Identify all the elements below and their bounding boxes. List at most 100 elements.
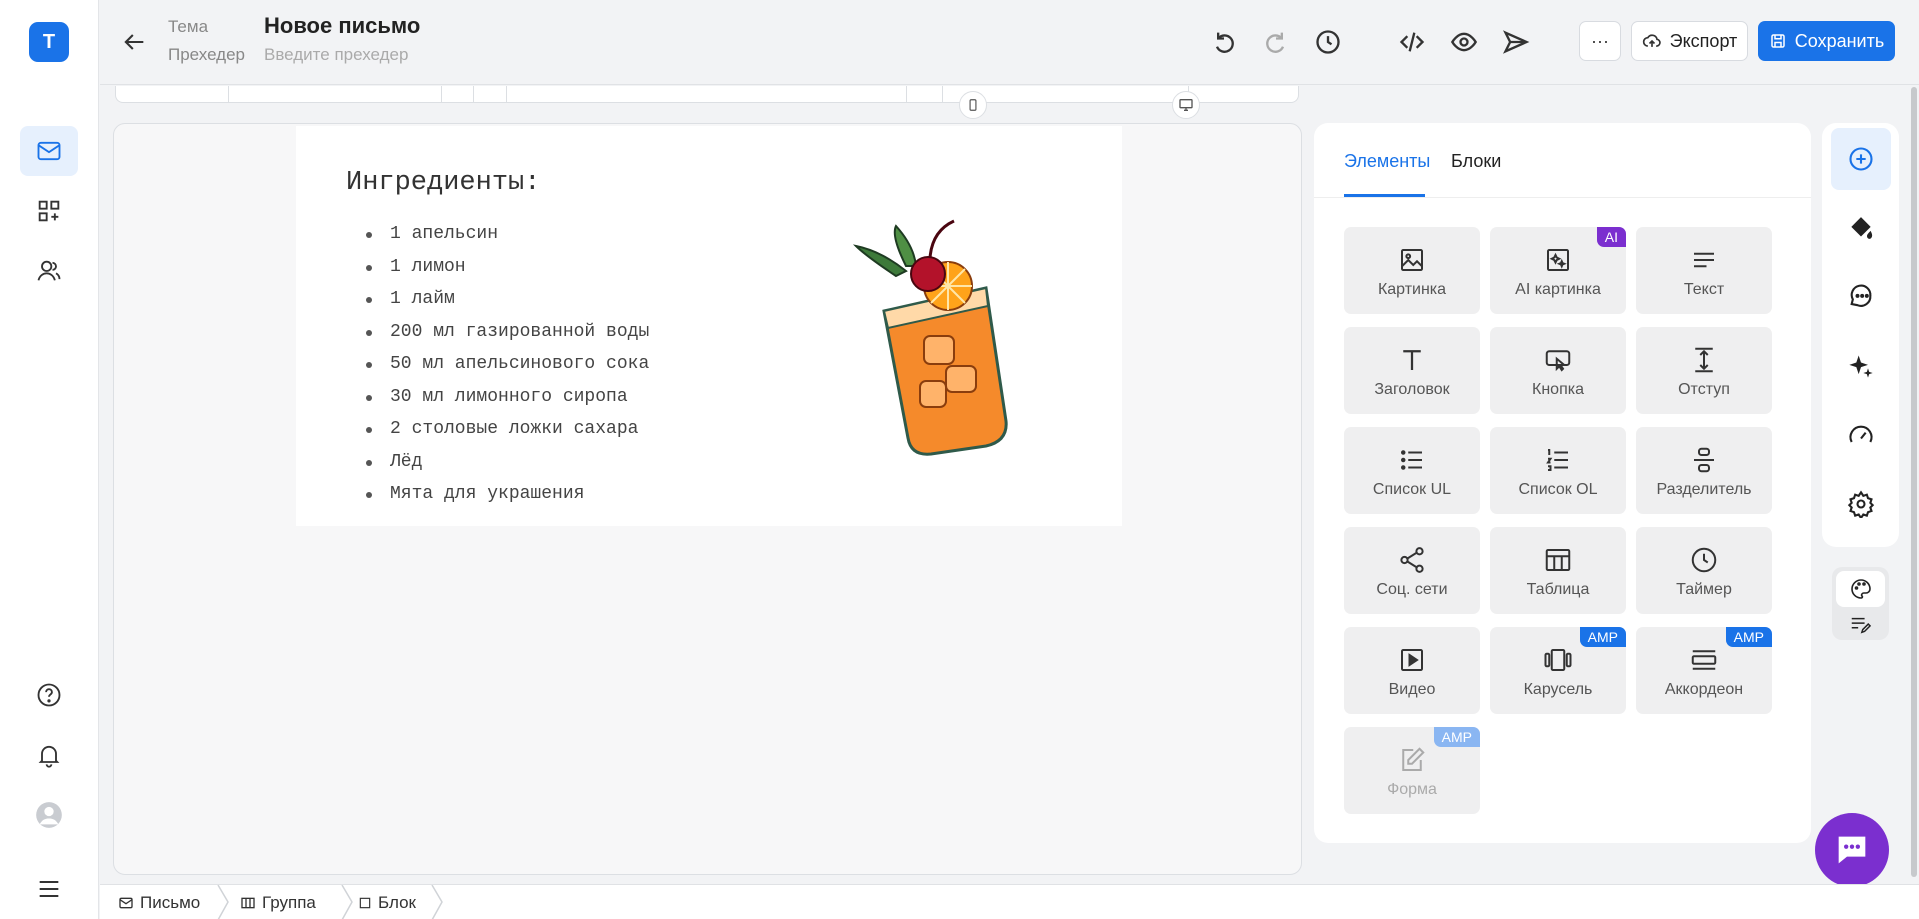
nav-profile[interactable] [20,790,78,840]
columns-icon [241,897,255,908]
eye-icon [1450,32,1478,52]
rail-styles[interactable] [1831,197,1891,259]
text-icon [1694,252,1714,268]
right-rail [1822,123,1899,547]
breadcrumb-block[interactable]: Блок [358,885,416,919]
amp-badge: AMP [1433,727,1480,747]
tile-video[interactable]: Видео [1344,627,1480,714]
paint-bucket-icon [1851,217,1873,239]
avatar-icon [36,802,62,828]
rail-ai[interactable] [1831,335,1891,397]
workspace-logo[interactable]: T [29,22,69,62]
elements-panel: Элементы Блоки Картинка AI AI картинка Т… [1314,123,1811,843]
history-button[interactable] [1312,26,1344,58]
list-ol-icon [1546,449,1568,471]
mobile-icon [969,99,977,111]
ai-badge: AI [1596,227,1626,247]
tile-button[interactable]: Кнопка [1490,327,1626,414]
ingredients-list[interactable]: 1 апельсин 1 лимон 1 лайм 200 мл газиров… [346,224,649,517]
export-button[interactable]: Экспорт [1631,21,1748,61]
top-bar: Тема Прехедер Новое письмо Введите прехе… [100,0,1919,85]
rail-settings[interactable] [1831,473,1891,535]
email-block[interactable]: Ингредиенты: 1 апельсин 1 лимон 1 лайм 2… [296,126,1122,526]
tile-list-ol[interactable]: Список OL [1490,427,1626,514]
send-icon [1503,30,1530,54]
sparkles-icon [1849,355,1873,378]
nav-templates[interactable] [20,186,78,236]
code-icon [1399,32,1425,52]
support-chat-button[interactable] [1815,813,1889,887]
undo-button[interactable] [1208,26,1240,58]
tab-elements[interactable]: Элементы [1344,151,1430,172]
rail-comments[interactable] [1831,266,1891,328]
preheader-input[interactable]: Введите прехедер [264,45,408,65]
tile-social[interactable]: Соц. сети [1344,527,1480,614]
breadcrumb: Письмо Группа Блок [100,884,1919,919]
list-item: 2 столовые ложки сахара [346,419,649,452]
list-ul-icon [1401,450,1422,470]
nav-notifications[interactable] [20,730,78,780]
chevron-separator-icon [341,885,353,919]
left-nav: T [0,0,99,919]
divider-icon [1694,447,1714,473]
tile-table[interactable]: Таблица [1490,527,1626,614]
tile-spacer[interactable]: Отступ [1636,327,1772,414]
tile-carousel[interactable]: AMP Карусель [1490,627,1626,714]
palette-icon [1850,579,1871,599]
save-button[interactable]: Сохранить [1758,21,1895,61]
nav-menu[interactable] [20,864,78,914]
help-icon [37,683,61,707]
preview-button[interactable] [1448,26,1480,58]
text-edit-icon[interactable] [1849,614,1871,636]
tile-image[interactable]: Картинка [1344,227,1480,314]
breadcrumb-letter[interactable]: Письмо [118,885,200,919]
nav-help[interactable] [20,670,78,720]
chevron-separator-icon [431,885,443,919]
desktop-view-button[interactable] [1172,91,1200,119]
tile-text[interactable]: Текст [1636,227,1772,314]
code-button[interactable] [1396,26,1428,58]
ai-image-icon [1547,249,1569,271]
tile-ai-image[interactable]: AI AI картинка [1490,227,1626,314]
list-item: 50 мл апельсинового сока [346,354,649,387]
redo-button[interactable] [1260,26,1292,58]
mobile-view-button[interactable] [959,91,987,119]
breadcrumb-group[interactable]: Группа [240,885,316,919]
nav-letters[interactable] [20,126,78,176]
tile-divider[interactable]: Разделитель [1636,427,1772,514]
spacer-icon [1695,347,1713,373]
palette-button[interactable] [1836,571,1885,607]
list-item: Мята для украшения [346,484,649,517]
plus-circle-icon [1849,147,1873,171]
mail-icon [37,141,61,161]
rail-performance[interactable] [1831,404,1891,466]
editor-canvas[interactable]: Ингредиенты: 1 апельсин 1 лимон 1 лайм 2… [113,123,1302,875]
undo-icon [1215,32,1234,53]
hamburger-icon [39,880,59,898]
tile-form[interactable]: AMP Форма [1344,727,1480,814]
tile-heading[interactable]: Заголовок [1344,327,1480,414]
tile-list-ul[interactable]: Список UL [1344,427,1480,514]
tile-accordion[interactable]: AMP Аккордеон [1636,627,1772,714]
more-button[interactable]: ··· [1579,21,1621,61]
amp-badge: AMP [1579,627,1626,647]
page-scrollbar[interactable] [1909,85,1919,885]
image-icon [1401,249,1423,271]
cocktail-image[interactable] [836,216,1036,456]
tile-timer[interactable]: Таймер [1636,527,1772,614]
carousel-icon [1544,649,1572,671]
square-icon [359,897,371,908]
chat-bubbles-icon [1850,284,1872,307]
list-item: Лёд [346,452,649,485]
preheader-label: Прехедер [168,45,245,64]
tab-blocks[interactable]: Блоки [1451,151,1501,172]
column-ruler [115,86,1299,103]
list-item: 1 лайм [346,289,649,322]
send-button[interactable] [1500,26,1532,58]
table-icon [1545,549,1571,571]
back-arrow-icon[interactable] [120,28,148,56]
rail-add-elements[interactable] [1831,128,1891,190]
email-title[interactable]: Новое письмо [264,13,420,39]
ingredients-heading[interactable]: Ингредиенты: [346,168,540,198]
nav-users[interactable] [20,246,78,296]
